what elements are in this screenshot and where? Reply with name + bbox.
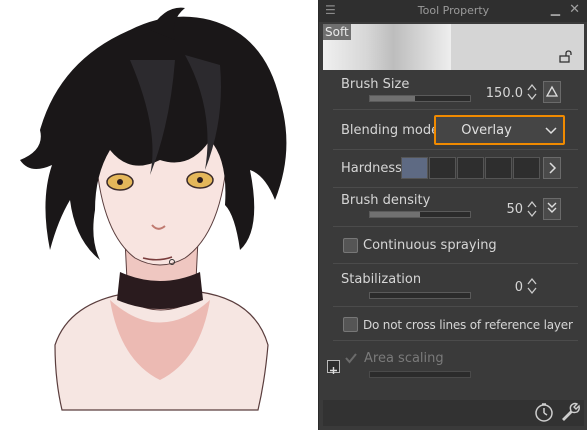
divider [333,149,578,150]
spinner-icon[interactable] [527,82,537,102]
area-scaling-slider[interactable] [369,371,471,378]
brush-density-slider[interactable] [369,211,471,218]
plus-icon [330,367,337,374]
checkmark-icon[interactable] [344,351,358,365]
clock-icon[interactable] [533,401,555,423]
divider [333,340,578,341]
area-scaling-label: Area scaling [364,351,444,366]
stabilization-slider[interactable] [369,292,471,299]
panel-title: Tool Property [417,4,490,17]
blending-mode-label: Blending mode [341,123,440,138]
divider [333,263,578,264]
hardness-label: Hardness [341,161,402,176]
continuous-spraying-label: Continuous spraying [363,238,497,253]
continuous-spraying-checkbox[interactable] [343,238,358,253]
brush-size-slider-fill [370,96,415,101]
divider [333,187,578,188]
brush-size-slider[interactable] [369,95,471,102]
brush-density-label: Brush density [341,193,431,208]
brush-density-slider-fill [370,212,420,217]
stabilization-value[interactable]: 0 [499,280,523,295]
hardness-next-button[interactable] [543,157,561,179]
blending-mode-dropdown[interactable]: Overlay [434,115,565,145]
brush-size-label: Brush Size [341,77,410,92]
wrench-icon[interactable] [559,401,581,423]
minimize-icon[interactable]: ▁ [551,2,560,16]
spinner-icon[interactable] [527,276,537,296]
double-chevron-down-icon [547,202,557,213]
panel-titlebar: ☰ Tool Property ▁ ✕ [319,0,587,22]
brush-size-pressure-button[interactable] [543,81,561,103]
chevron-down-icon [545,127,557,135]
chevron-right-icon [549,162,557,174]
divider [333,109,578,110]
tool-property-panel: ☰ Tool Property ▁ ✕ Soft Brush Size 150.… [318,0,587,430]
brush-density-value[interactable]: 50 [489,202,523,217]
brush-size-value[interactable]: 150.0 [479,86,523,101]
blending-mode-selected: Overlay [461,123,512,138]
divider [333,306,578,307]
stabilization-label: Stabilization [341,272,422,287]
character-portrait [20,7,287,411]
hardness-level-cell[interactable] [401,157,428,179]
hardness-level-cell[interactable] [513,157,540,179]
lock-icon[interactable] [559,50,572,63]
triangle-icon [545,85,559,97]
preview-label: Soft [323,24,351,40]
hardness-level-cell[interactable] [485,157,512,179]
no-cross-lines-checkbox[interactable] [343,317,358,332]
hardness-level-cell[interactable] [429,157,456,179]
brush-density-options-button[interactable] [543,198,561,220]
close-icon[interactable]: ✕ [569,2,580,17]
hardness-level-cell[interactable] [457,157,484,179]
divider [333,226,578,227]
expand-button[interactable] [327,360,340,374]
brush-preview-area [451,24,584,70]
canvas-illustration [0,0,318,430]
no-cross-lines-label: Do not cross lines of reference layer [363,318,573,332]
spinner-icon[interactable] [527,199,537,219]
